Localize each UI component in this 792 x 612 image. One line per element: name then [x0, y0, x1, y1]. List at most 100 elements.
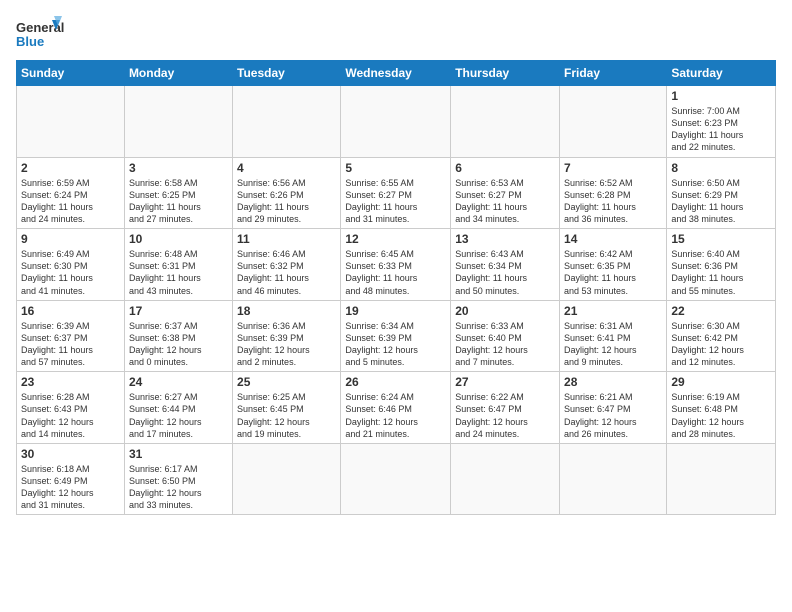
day-info: Sunrise: 6:37 AM Sunset: 6:38 PM Dayligh… [129, 320, 228, 369]
calendar-cell: 24 Sunrise: 6:27 AM Sunset: 6:44 PM Dayli… [124, 372, 232, 444]
day-number: 2 [21, 161, 120, 175]
day-info: Sunrise: 6:24 AM Sunset: 6:46 PM Dayligh… [345, 391, 446, 440]
calendar-cell [451, 86, 560, 158]
day-number: 25 [237, 375, 336, 389]
calendar-week-row: 30Sunrise: 6:18 AM Sunset: 6:49 PM Dayli… [17, 443, 776, 515]
day-number: 1 [671, 89, 771, 103]
calendar-cell: 21Sunrise: 6:31 AM Sunset: 6:41 PM Dayli… [560, 300, 667, 372]
day-number: 6 [455, 161, 555, 175]
day-info: Sunrise: 6:50 AM Sunset: 6:29 PM Dayligh… [671, 177, 771, 226]
day-info: Sunrise: 6:27 AM Sunset: 6:44 PM Dayligh… [129, 391, 228, 440]
day-info: Sunrise: 6:36 AM Sunset: 6:39 PM Dayligh… [237, 320, 336, 369]
day-info: Sunrise: 6:45 AM Sunset: 6:33 PM Dayligh… [345, 248, 446, 297]
day-number: 4 [237, 161, 336, 175]
day-info: Sunrise: 6:19 AM Sunset: 6:48 PM Dayligh… [671, 391, 771, 440]
calendar-cell: 22 Sunrise: 6:30 AM Sunset: 6:42 PM Dayli… [667, 300, 776, 372]
calendar-cell: 28 Sunrise: 6:21 AM Sunset: 6:47 PM Dayli… [560, 372, 667, 444]
day-number: 22 [671, 304, 771, 318]
calendar-week-row: 23Sunrise: 6:28 AM Sunset: 6:43 PM Dayli… [17, 372, 776, 444]
day-number: 3 [129, 161, 228, 175]
day-info: Sunrise: 6:30 AM Sunset: 6:42 PM Dayligh… [671, 320, 771, 369]
day-number: 16 [21, 304, 120, 318]
day-number: 23 [21, 375, 120, 389]
calendar-cell: 7Sunrise: 6:52 AM Sunset: 6:28 PM Daylig… [560, 157, 667, 229]
calendar-cell: 12Sunrise: 6:45 AM Sunset: 6:33 PM Dayli… [341, 229, 451, 301]
calendar-cell: 3 Sunrise: 6:58 AM Sunset: 6:25 PM Daylig… [124, 157, 232, 229]
day-header-tuesday: Tuesday [233, 61, 341, 86]
calendar-cell: 5Sunrise: 6:55 AM Sunset: 6:27 PM Daylig… [341, 157, 451, 229]
calendar-cell [560, 86, 667, 158]
calendar-cell: 23Sunrise: 6:28 AM Sunset: 6:43 PM Dayli… [17, 372, 125, 444]
day-number: 7 [564, 161, 662, 175]
calendar-cell: 17Sunrise: 6:37 AM Sunset: 6:38 PM Dayli… [124, 300, 232, 372]
day-info: Sunrise: 6:33 AM Sunset: 6:40 PM Dayligh… [455, 320, 555, 369]
day-header-wednesday: Wednesday [341, 61, 451, 86]
calendar-cell: 1 Sunrise: 7:00 AM Sunset: 6:23 PM Daylig… [667, 86, 776, 158]
day-number: 31 [129, 447, 228, 461]
day-number: 29 [671, 375, 771, 389]
calendar-cell: 27Sunrise: 6:22 AM Sunset: 6:47 PM Dayli… [451, 372, 560, 444]
calendar-cell [341, 443, 451, 515]
day-info: Sunrise: 6:22 AM Sunset: 6:47 PM Dayligh… [455, 391, 555, 440]
day-number: 14 [564, 232, 662, 246]
day-info: Sunrise: 6:48 AM Sunset: 6:31 PM Dayligh… [129, 248, 228, 297]
day-info: Sunrise: 6:39 AM Sunset: 6:37 PM Dayligh… [21, 320, 120, 369]
day-info: Sunrise: 6:46 AM Sunset: 6:32 PM Dayligh… [237, 248, 336, 297]
calendar-cell: 19Sunrise: 6:34 AM Sunset: 6:39 PM Dayli… [341, 300, 451, 372]
calendar-cell: 26 Sunrise: 6:24 AM Sunset: 6:46 PM Dayli… [341, 372, 451, 444]
day-info: Sunrise: 6:56 AM Sunset: 6:26 PM Dayligh… [237, 177, 336, 226]
day-header-saturday: Saturday [667, 61, 776, 86]
day-info: Sunrise: 6:49 AM Sunset: 6:30 PM Dayligh… [21, 248, 120, 297]
day-header-thursday: Thursday [451, 61, 560, 86]
calendar-table: SundayMondayTuesdayWednesdayThursdayFrid… [16, 60, 776, 515]
calendar-cell: 4 Sunrise: 6:56 AM Sunset: 6:26 PM Daylig… [233, 157, 341, 229]
calendar-cell: 16 Sunrise: 6:39 AM Sunset: 6:37 PM Dayli… [17, 300, 125, 372]
calendar-cell: 6 Sunrise: 6:53 AM Sunset: 6:27 PM Daylig… [451, 157, 560, 229]
day-header-monday: Monday [124, 61, 232, 86]
calendar-cell: 20 Sunrise: 6:33 AM Sunset: 6:40 PM Dayli… [451, 300, 560, 372]
calendar-cell [451, 443, 560, 515]
calendar-cell [124, 86, 232, 158]
calendar-cell [17, 86, 125, 158]
day-info: Sunrise: 6:25 AM Sunset: 6:45 PM Dayligh… [237, 391, 336, 440]
calendar-week-row: 1 Sunrise: 7:00 AM Sunset: 6:23 PM Daylig… [17, 86, 776, 158]
day-number: 26 [345, 375, 446, 389]
day-number: 28 [564, 375, 662, 389]
day-info: Sunrise: 6:53 AM Sunset: 6:27 PM Dayligh… [455, 177, 555, 226]
calendar-cell [341, 86, 451, 158]
day-number: 8 [671, 161, 771, 175]
calendar-cell [667, 443, 776, 515]
calendar-week-row: 16 Sunrise: 6:39 AM Sunset: 6:37 PM Dayli… [17, 300, 776, 372]
calendar-cell: 8 Sunrise: 6:50 AM Sunset: 6:29 PM Daylig… [667, 157, 776, 229]
day-info: Sunrise: 6:34 AM Sunset: 6:39 PM Dayligh… [345, 320, 446, 369]
calendar-week-row: 9Sunrise: 6:49 AM Sunset: 6:30 PM Daylig… [17, 229, 776, 301]
calendar-cell: 25 Sunrise: 6:25 AM Sunset: 6:45 PM Dayli… [233, 372, 341, 444]
logo: General Blue [16, 16, 64, 52]
day-header-friday: Friday [560, 61, 667, 86]
day-info: Sunrise: 6:17 AM Sunset: 6:50 PM Dayligh… [129, 463, 228, 512]
calendar-cell: 14 Sunrise: 6:42 AM Sunset: 6:35 PM Dayli… [560, 229, 667, 301]
calendar-cell: 18 Sunrise: 6:36 AM Sunset: 6:39 PM Dayli… [233, 300, 341, 372]
day-number: 18 [237, 304, 336, 318]
day-number: 24 [129, 375, 228, 389]
day-number: 15 [671, 232, 771, 246]
calendar-cell: 2Sunrise: 6:59 AM Sunset: 6:24 PM Daylig… [17, 157, 125, 229]
calendar-cell: 30Sunrise: 6:18 AM Sunset: 6:49 PM Dayli… [17, 443, 125, 515]
calendar-cell: 10Sunrise: 6:48 AM Sunset: 6:31 PM Dayli… [124, 229, 232, 301]
day-info: Sunrise: 6:58 AM Sunset: 6:25 PM Dayligh… [129, 177, 228, 226]
day-info: Sunrise: 6:21 AM Sunset: 6:47 PM Dayligh… [564, 391, 662, 440]
day-number: 20 [455, 304, 555, 318]
day-number: 11 [237, 232, 336, 246]
calendar-header-row: SundayMondayTuesdayWednesdayThursdayFrid… [17, 61, 776, 86]
logo-icon: General Blue [16, 16, 64, 52]
calendar-cell [233, 443, 341, 515]
day-header-sunday: Sunday [17, 61, 125, 86]
calendar-cell: 11 Sunrise: 6:46 AM Sunset: 6:32 PM Dayli… [233, 229, 341, 301]
calendar-cell: 9Sunrise: 6:49 AM Sunset: 6:30 PM Daylig… [17, 229, 125, 301]
day-number: 21 [564, 304, 662, 318]
calendar-cell: 13Sunrise: 6:43 AM Sunset: 6:34 PM Dayli… [451, 229, 560, 301]
calendar-cell: 15Sunrise: 6:40 AM Sunset: 6:36 PM Dayli… [667, 229, 776, 301]
day-info: Sunrise: 7:00 AM Sunset: 6:23 PM Dayligh… [671, 105, 771, 154]
page-header: General Blue [16, 16, 776, 52]
day-info: Sunrise: 6:42 AM Sunset: 6:35 PM Dayligh… [564, 248, 662, 297]
